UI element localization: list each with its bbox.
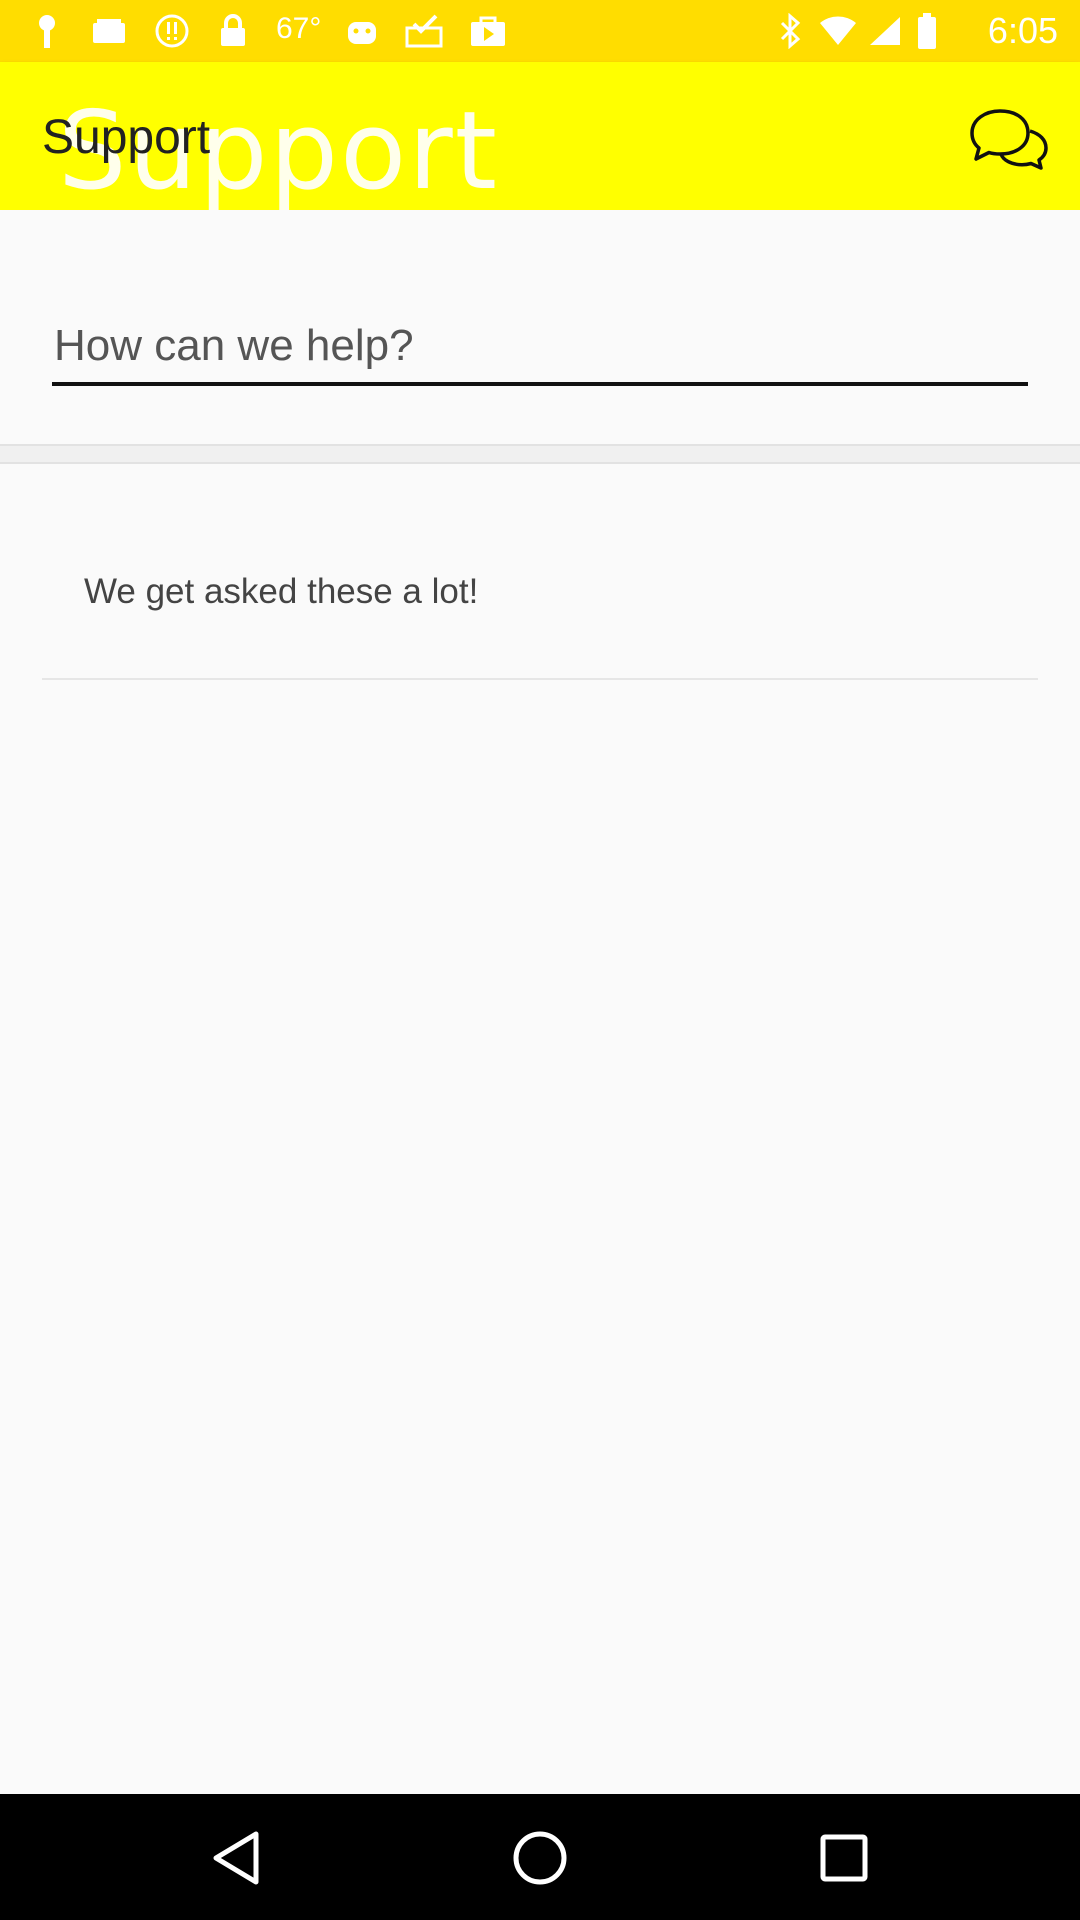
recents-square-icon bbox=[820, 1834, 868, 1882]
support-screen: 67° 6:05 Support Support How can we help… bbox=[0, 0, 1080, 1920]
battery-icon bbox=[916, 13, 938, 49]
app-bar: Support Support bbox=[0, 62, 1080, 210]
temperature-label: 67° bbox=[276, 12, 322, 45]
faq-divider bbox=[42, 678, 1038, 680]
faq-header: We get asked these a lot! bbox=[84, 572, 479, 611]
back-button[interactable] bbox=[200, 1822, 272, 1894]
section-divider bbox=[0, 444, 1080, 464]
page-title: Support bbox=[42, 111, 211, 164]
android-icon bbox=[344, 14, 380, 48]
search-section bbox=[0, 210, 1080, 444]
back-triangle-icon bbox=[213, 1831, 259, 1885]
chat-bubbles-icon bbox=[970, 109, 1048, 170]
search-input[interactable] bbox=[52, 310, 1028, 386]
wifi-icon bbox=[818, 14, 858, 48]
chat-button[interactable] bbox=[962, 100, 1054, 176]
play-store-icon bbox=[468, 14, 508, 48]
inbox-check-icon bbox=[404, 14, 444, 48]
system-nav-bar bbox=[0, 1794, 1080, 1920]
status-bar: 67° 6:05 bbox=[0, 0, 1080, 62]
notification-icon bbox=[90, 14, 128, 48]
alert-icon bbox=[154, 14, 190, 48]
home-button[interactable] bbox=[504, 1822, 576, 1894]
home-circle-icon bbox=[513, 1831, 567, 1885]
signal-icon bbox=[868, 14, 902, 48]
lock-icon bbox=[216, 14, 250, 48]
key-icon bbox=[30, 14, 64, 48]
bluetooth-icon bbox=[776, 13, 806, 49]
clock-time: 6:05 bbox=[987, 10, 1058, 51]
recents-button[interactable] bbox=[808, 1822, 880, 1894]
